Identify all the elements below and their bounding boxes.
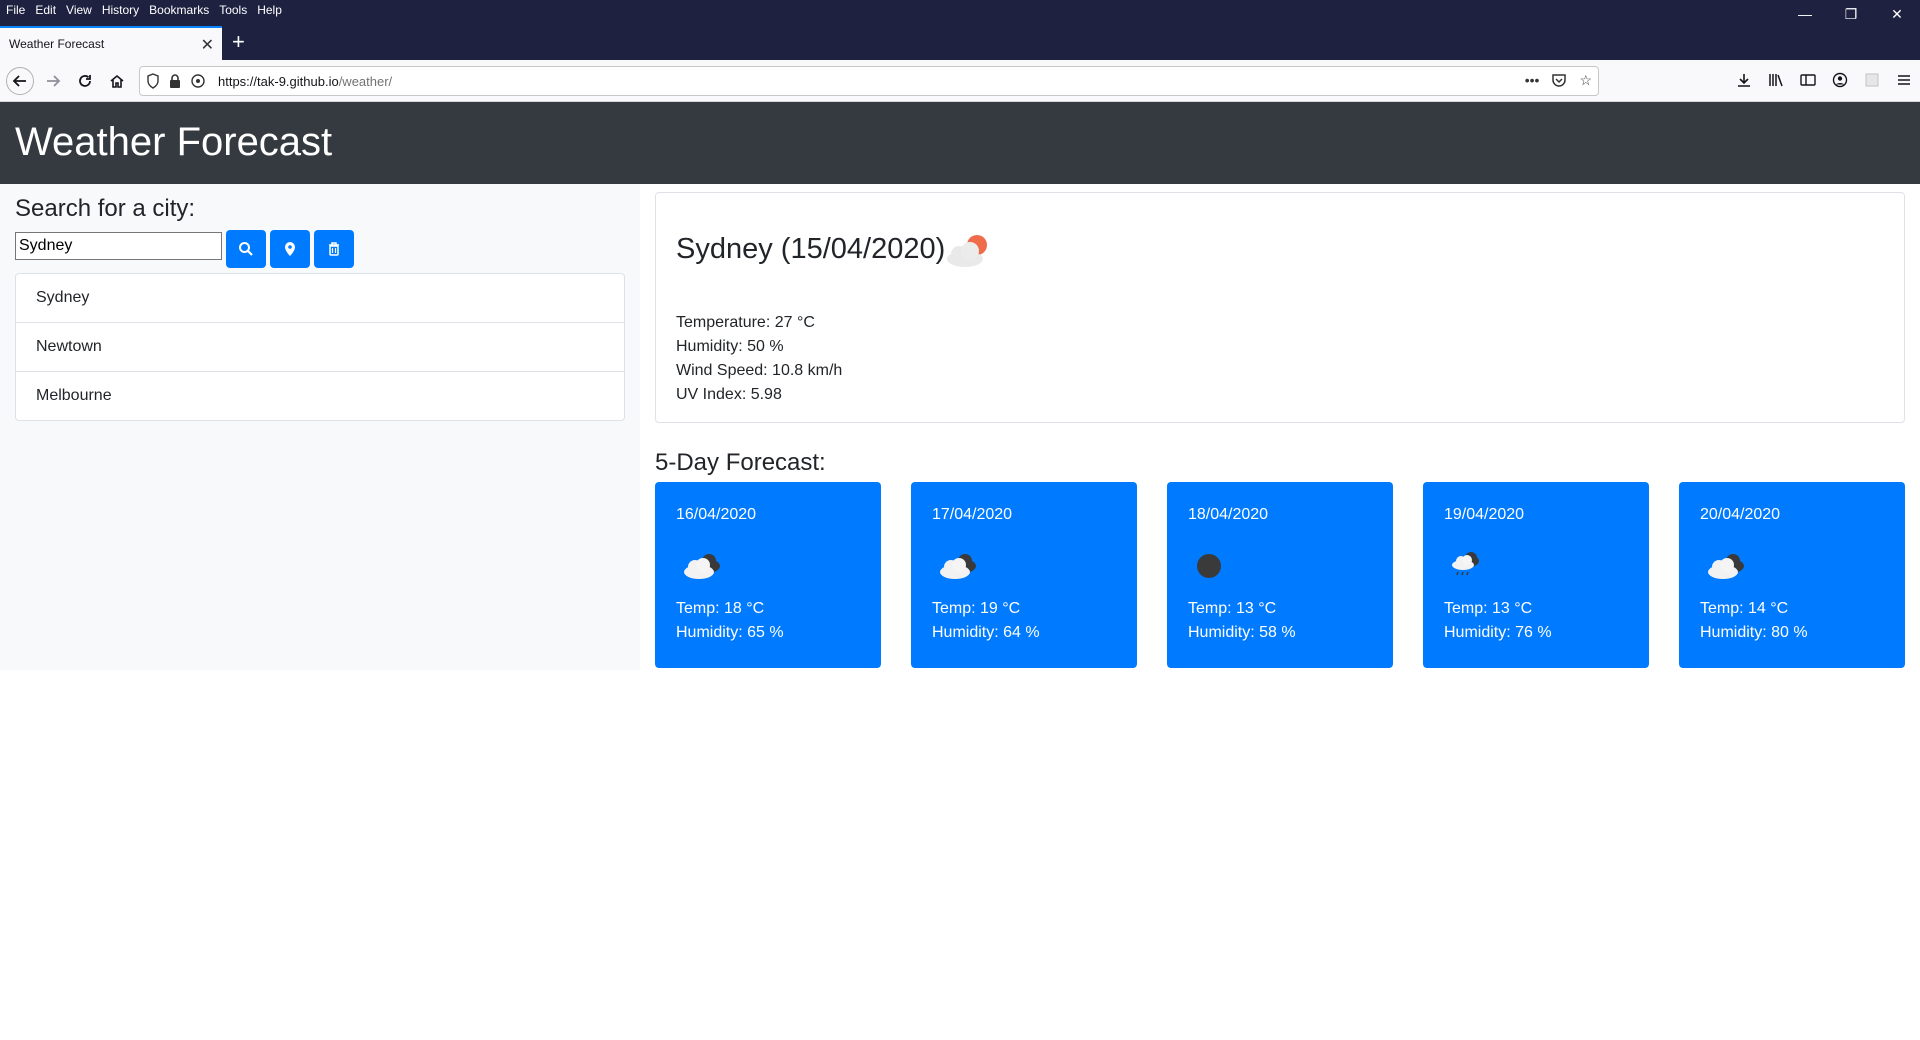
downloads-icon[interactable] xyxy=(1734,68,1754,92)
history-item-newtown[interactable]: Newtown xyxy=(16,323,624,372)
tab-weather-forecast[interactable]: Weather Forecast ✕ xyxy=(0,26,222,60)
close-tab-icon[interactable]: ✕ xyxy=(201,35,214,55)
map-pin-icon xyxy=(285,242,295,256)
forecast-temp: Temp: 19 °C xyxy=(932,600,1021,617)
forecast-title: 5-Day Forecast: xyxy=(655,449,826,476)
search-sidebar: Search for a city: Sydney Newtown Melbou… xyxy=(0,184,640,670)
home-icon[interactable] xyxy=(104,68,130,94)
forecast-card: 16/04/2020 Temp: 18 °C Humidity: 65 % xyxy=(655,482,881,668)
cloud-sun-icon xyxy=(941,231,997,276)
forward-icon[interactable] xyxy=(40,68,66,94)
menu-bookmarks[interactable]: Bookmarks xyxy=(149,3,209,17)
reload-icon[interactable] xyxy=(72,68,98,94)
forecast-temp: Temp: 14 °C xyxy=(1700,600,1789,617)
bookmark-star-icon[interactable]: ☆ xyxy=(1579,72,1592,91)
back-icon[interactable] xyxy=(6,67,34,95)
forecast-humidity: Humidity: 58 % xyxy=(1188,624,1296,641)
url-text: https://tak-9.github.io/weather/ xyxy=(218,74,393,89)
forecast-humidity: Humidity: 64 % xyxy=(932,624,1040,641)
trash-icon xyxy=(329,242,339,256)
search-icon xyxy=(239,242,253,256)
sidebar-toggle-icon[interactable] xyxy=(1798,68,1818,92)
tab-title: Weather Forecast xyxy=(9,37,105,51)
forecast-humidity: Humidity: 80 % xyxy=(1700,624,1808,641)
forecast-card: 19/04/2020 Temp: 13 °C Humidity: 76 % xyxy=(1423,482,1649,668)
library-icon[interactable] xyxy=(1766,68,1786,92)
history-item-melbourne[interactable]: Melbourne xyxy=(16,372,624,420)
broken-clouds-icon xyxy=(935,550,981,587)
search-button[interactable] xyxy=(226,230,266,268)
new-tab-icon[interactable]: + xyxy=(232,31,245,53)
forecast-date: 16/04/2020 xyxy=(676,506,757,523)
clear-night-icon xyxy=(1191,550,1237,587)
extension-icon[interactable] xyxy=(1862,68,1882,92)
current-weather-card: Sydney (15/04/2020) Temperature: 27 °C H… xyxy=(655,192,1905,423)
clear-history-button[interactable] xyxy=(314,230,354,268)
city-search-input[interactable] xyxy=(15,232,222,260)
navigation-toolbar: https://tak-9.github.io/weather/ ••• ☆ xyxy=(0,60,1920,102)
menu-file[interactable]: File xyxy=(6,3,25,17)
menu-help[interactable]: Help xyxy=(257,3,282,17)
search-history-list: Sydney Newtown Melbourne xyxy=(15,273,625,421)
light-rain-icon xyxy=(1447,550,1493,587)
broken-clouds-icon xyxy=(679,550,725,587)
broken-clouds-icon xyxy=(1703,550,1749,587)
forecast-card: 17/04/2020 Temp: 19 °C Humidity: 64 % xyxy=(911,482,1137,668)
forecast-card: 18/04/2020 Temp: 13 °C Humidity: 58 % xyxy=(1167,482,1393,668)
forecast-temp: Temp: 13 °C xyxy=(1188,600,1277,617)
page-content: Weather Forecast Search for a city: Sydn… xyxy=(0,102,1920,1040)
url-bar[interactable]: https://tak-9.github.io/weather/ ••• ☆ xyxy=(139,66,1599,96)
history-item-sydney[interactable]: Sydney xyxy=(16,274,624,323)
page-title: Weather Forecast xyxy=(15,120,333,164)
current-humidity: Humidity: 50 % xyxy=(676,338,784,355)
tab-strip: Weather Forecast ✕ + xyxy=(0,20,1920,60)
account-icon[interactable] xyxy=(1830,68,1850,92)
current-city-heading: Sydney (15/04/2020) xyxy=(676,233,946,265)
forecast-date: 18/04/2020 xyxy=(1188,506,1269,523)
hamburger-menu-icon[interactable] xyxy=(1894,68,1914,92)
menu-history[interactable]: History xyxy=(102,3,139,17)
tracking-shield-icon[interactable] xyxy=(146,73,160,94)
menu-tools[interactable]: Tools xyxy=(219,3,247,17)
forecast-card: 20/04/2020 Temp: 14 °C Humidity: 80 % xyxy=(1679,482,1905,668)
permissions-icon[interactable] xyxy=(190,73,206,94)
forecast-cards: 16/04/2020 Temp: 18 °C Humidity: 65 % 17… xyxy=(655,482,1905,668)
menu-bar: File Edit View History Bookmarks Tools H… xyxy=(0,0,1920,22)
menu-edit[interactable]: Edit xyxy=(35,3,56,17)
pocket-icon[interactable] xyxy=(1551,72,1567,91)
page-actions-icon[interactable]: ••• xyxy=(1525,72,1540,91)
forecast-temp: Temp: 18 °C xyxy=(676,600,765,617)
current-temperature: Temperature: 27 °C xyxy=(676,314,815,331)
current-uv-index: UV Index: 5.98 xyxy=(676,386,782,403)
forecast-date: 19/04/2020 xyxy=(1444,506,1525,523)
search-label: Search for a city: xyxy=(15,195,196,222)
app-header: Weather Forecast xyxy=(0,102,1920,184)
menu-view[interactable]: View xyxy=(66,3,92,17)
current-wind-speed: Wind Speed: 10.8 km/h xyxy=(676,362,843,379)
forecast-temp: Temp: 13 °C xyxy=(1444,600,1533,617)
locate-button[interactable] xyxy=(270,230,310,268)
lock-icon[interactable] xyxy=(168,73,182,94)
forecast-humidity: Humidity: 65 % xyxy=(676,624,784,641)
forecast-humidity: Humidity: 76 % xyxy=(1444,624,1552,641)
forecast-date: 20/04/2020 xyxy=(1700,506,1781,523)
forecast-date: 17/04/2020 xyxy=(932,506,1013,523)
